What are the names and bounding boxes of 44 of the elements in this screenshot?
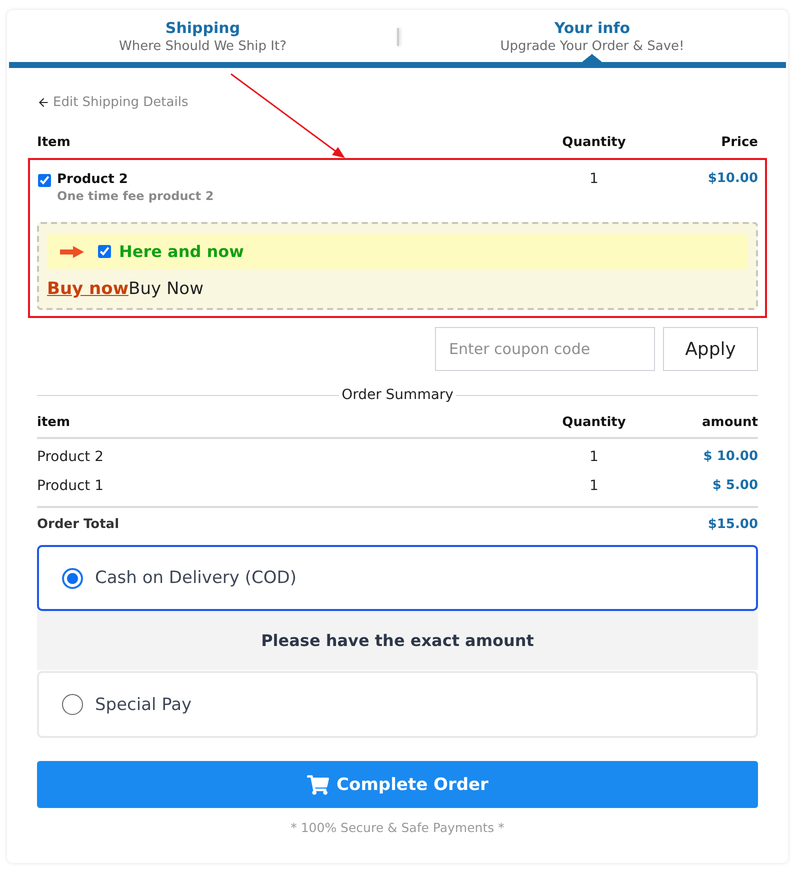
quantity-text: 1 bbox=[588, 448, 600, 464]
column-header: Quantity bbox=[561, 134, 627, 150]
cart-icon bbox=[306, 774, 329, 796]
item-name: Product 2 bbox=[37, 448, 105, 464]
buy-now-text: Buy Now bbox=[128, 279, 204, 299]
radio-button[interactable] bbox=[62, 568, 83, 588]
checkbox[interactable] bbox=[98, 245, 111, 258]
payment-note: Please have the exact amount bbox=[37, 611, 758, 670]
coupon-field[interactable]: Enter coupon code bbox=[435, 327, 655, 371]
checkbox[interactable] bbox=[38, 174, 51, 187]
step-tab[interactable]: Shipping Where Should We Ship It? bbox=[114, 10, 290, 62]
amount-text: $ 10.00 bbox=[702, 449, 758, 464]
upsell-headline: Here and now bbox=[119, 242, 244, 261]
payment-label: Cash on Delivery (COD) bbox=[95, 568, 296, 588]
back-link[interactable]: Edit Shipping Details bbox=[37, 95, 188, 110]
step-title: Shipping bbox=[165, 18, 240, 38]
total-label: Order Total bbox=[37, 516, 120, 532]
payment-option[interactable]: Cash on Delivery (COD) bbox=[37, 545, 758, 611]
step-subtitle: Where Should We Ship It? bbox=[118, 38, 286, 56]
price-text: $10.00 bbox=[706, 171, 758, 186]
radio-button[interactable] bbox=[62, 694, 83, 715]
total-amount: $15.00 bbox=[706, 516, 758, 532]
quantity-text: 1 bbox=[588, 478, 600, 494]
arrow-icon bbox=[60, 246, 84, 258]
product-description: One time fee product 2 bbox=[57, 188, 214, 205]
item-name: Product 1 bbox=[37, 478, 105, 494]
section-title: Order Summary bbox=[340, 387, 454, 403]
column-header: Price bbox=[720, 134, 758, 150]
apply-button[interactable]: Apply bbox=[663, 327, 758, 371]
secure-payments-note: * 100% Secure & Safe Payments * bbox=[290, 820, 504, 835]
payment-label: Special Pay bbox=[95, 694, 192, 714]
step-subtitle: Upgrade Your Order & Save! bbox=[500, 38, 684, 56]
arrow-left-icon bbox=[37, 96, 50, 109]
column-header: item bbox=[37, 415, 72, 430]
step-title: Your info bbox=[554, 18, 630, 38]
column-header: Item bbox=[37, 134, 72, 150]
product-name: Product 2 bbox=[57, 171, 129, 188]
column-header: Quantity bbox=[561, 415, 627, 430]
quantity-text: 1 bbox=[588, 171, 600, 187]
buy-now-link[interactable]: Buy now bbox=[47, 279, 129, 299]
payment-option[interactable]: Special Pay bbox=[37, 671, 758, 738]
amount-text: $ 5.00 bbox=[711, 478, 758, 493]
column-header: amount bbox=[701, 415, 758, 430]
complete-order-button[interactable]: Complete Order bbox=[37, 761, 758, 808]
